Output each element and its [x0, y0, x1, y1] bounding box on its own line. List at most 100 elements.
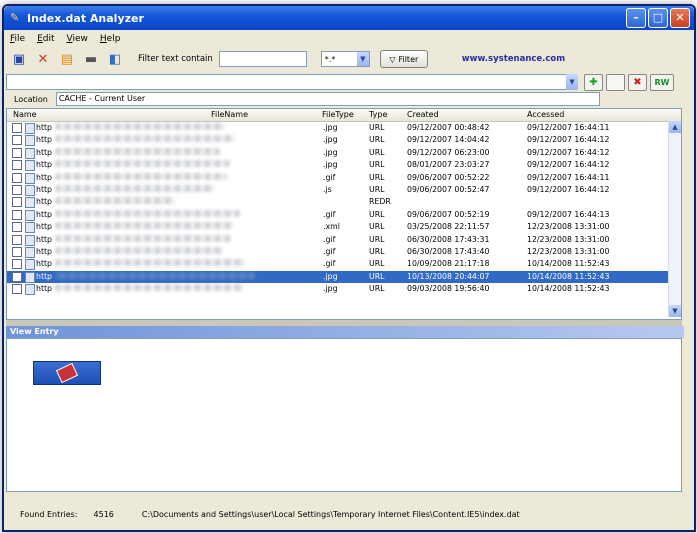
close-button[interactable]: ✕ — [670, 8, 690, 28]
cell-name: http — [36, 259, 53, 269]
delete-icon[interactable]: ✕ — [34, 50, 52, 68]
cell-accessed: 09/12/2007 16:44:11 — [527, 172, 610, 182]
rw-button[interactable]: RW — [650, 74, 674, 91]
save-icon[interactable]: ▣ — [10, 50, 28, 68]
row-checkbox[interactable] — [12, 160, 22, 171]
cell-filetype: .gif — [323, 246, 336, 256]
cell-name: http — [36, 271, 53, 281]
table-row[interactable]: http .jpg URL 08/01/2007 23:03:27 09/12/2007… — [7, 159, 681, 172]
minimize-button[interactable]: – — [626, 8, 646, 28]
table-row[interactable]: http .jpg URL 09/03/2008 19:56:40 10/14/2008… — [7, 283, 681, 296]
row-checkbox[interactable] — [12, 284, 22, 295]
table-row[interactable]: http .xml URL 03/25/2008 22:11:57 12/23/2008… — [7, 221, 681, 234]
table-row[interactable]: http .gif URL 09/06/2007 00:52:22 09/12/2007… — [7, 172, 681, 184]
col-filename[interactable]: FileName — [211, 110, 248, 119]
cell-type: URL — [369, 147, 385, 157]
redacted-url — [55, 222, 233, 230]
redacted-url — [55, 234, 231, 242]
cell-filetype: .gif — [323, 172, 336, 182]
cell-created: 09/12/2007 06:23:00 — [407, 147, 490, 157]
redacted-url — [55, 209, 240, 217]
menu-edit[interactable]: Edit — [37, 34, 54, 44]
table-row[interactable]: http .jpg URL 09/12/2007 14:04:42 09/12/2007… — [7, 134, 681, 147]
table-row[interactable]: http .gif URL 09/06/2007 00:52:19 09/12/2007… — [7, 209, 681, 221]
table-row[interactable]: http .gif URL 06/30/2008 17:43:40 12/23/2008… — [7, 246, 681, 258]
address-input[interactable] — [6, 74, 576, 90]
cell-created: 09/06/2007 00:52:19 — [407, 209, 490, 219]
minus-icon[interactable]: ▬ — [82, 50, 100, 68]
add-icon[interactable]: ✚ — [584, 74, 603, 91]
table-row[interactable]: http .gif URL 10/09/2008 21:17:18 10/14/2008… — [7, 258, 681, 271]
index-file-path: C:\Documents and Settings\user\Local Set… — [141, 509, 520, 519]
remove-icon[interactable]: ✖ — [628, 74, 647, 91]
cell-created: 09/06/2007 00:52:47 — [407, 184, 490, 194]
list-header: Name FileName FileType Type Created Acce… — [7, 109, 681, 122]
cell-name: http — [36, 160, 53, 170]
scroll-down-icon[interactable]: ▼ — [669, 305, 681, 317]
row-checkbox[interactable] — [12, 172, 22, 183]
menu-view[interactable]: View — [67, 34, 88, 44]
cell-type: URL — [369, 184, 385, 194]
menu-file[interactable]: File — [10, 34, 25, 44]
vertical-scrollbar[interactable]: ▲ ▼ — [668, 121, 681, 317]
col-created[interactable]: Created — [407, 110, 439, 119]
menu-help[interactable]: Help — [100, 34, 121, 44]
col-type[interactable]: Type — [369, 110, 387, 119]
scroll-up-icon[interactable]: ▲ — [669, 121, 681, 133]
col-name[interactable]: Name — [13, 110, 37, 119]
cell-name: http — [36, 184, 53, 194]
address-dropdown-icon[interactable]: ▼ — [566, 74, 578, 90]
website-link[interactable]: www.systenance.com — [462, 54, 565, 64]
found-entries-label: Found Entries: — [20, 509, 78, 519]
row-checkbox[interactable] — [12, 135, 22, 146]
table-row[interactable]: http .jpg URL 10/13/2008 20:44:07 10/14/2008… — [7, 270, 681, 284]
file-icon — [25, 271, 35, 283]
col-accessed[interactable]: Accessed — [527, 110, 564, 119]
view-entry-header: View Entry — [6, 326, 684, 338]
row-checkbox[interactable] — [12, 222, 22, 233]
cell-name: http — [36, 246, 53, 256]
redacted-url — [55, 271, 255, 279]
file-icon — [25, 222, 35, 234]
filter-combo[interactable]: *.* ▼ — [320, 51, 370, 67]
row-checkbox[interactable] — [12, 197, 22, 208]
file-icon — [25, 135, 35, 147]
cell-accessed: 10/14/2008 11:52:43 — [527, 259, 610, 269]
cell-created: 08/01/2007 23:03:27 — [407, 160, 490, 170]
row-checkbox[interactable] — [12, 209, 22, 220]
table-row[interactable]: http .jpg URL 09/12/2007 00:48:42 09/12/2007… — [7, 122, 681, 134]
col-filetype[interactable]: FileType — [322, 110, 354, 119]
cell-created: 03/25/2008 22:11:57 — [407, 222, 490, 232]
cell-type: URL — [369, 160, 385, 170]
window-title: Index.dat Analyzer — [27, 11, 144, 25]
location-field[interactable]: CACHE - Current User — [55, 92, 600, 106]
redacted-url — [55, 246, 223, 254]
table-row[interactable]: http .jpg URL 09/12/2007 06:23:00 09/12/2007… — [7, 147, 681, 159]
view-entry-button[interactable] — [33, 361, 101, 385]
blank-button[interactable] — [606, 74, 625, 91]
row-checkbox[interactable] — [12, 271, 22, 282]
row-checkbox[interactable] — [12, 123, 22, 133]
chevron-down-icon[interactable]: ▼ — [356, 52, 369, 66]
open-icon[interactable]: ▤ — [58, 50, 76, 68]
table-row[interactable]: http .gif URL 06/30/2008 17:43:31 12/23/2008… — [7, 234, 681, 246]
table-row[interactable]: http .js URL 09/06/2007 00:52:47 09/12/2007 … — [7, 184, 681, 196]
export-icon[interactable]: ◧ — [106, 50, 124, 68]
filter-button[interactable]: ▽ Filter — [379, 50, 428, 68]
filter-combo-value: *.* — [324, 54, 336, 64]
location-label: Location — [14, 94, 48, 104]
title-bar[interactable]: ✎ Index.dat Analyzer – □ ✕ — [4, 6, 694, 30]
row-checkbox[interactable] — [12, 234, 22, 245]
file-icon — [25, 160, 35, 172]
row-checkbox[interactable] — [12, 147, 22, 158]
row-checkbox[interactable] — [12, 259, 22, 270]
cell-name: http — [36, 284, 53, 294]
maximize-button[interactable]: □ — [648, 8, 668, 28]
view-entry-panel — [6, 338, 682, 492]
row-checkbox[interactable] — [12, 246, 22, 257]
filter-text-input[interactable] — [218, 51, 307, 67]
table-row[interactable]: http REDR — [7, 196, 681, 209]
row-checkbox[interactable] — [12, 184, 22, 195]
status-bar: Found Entries: 4516 C:\Documents and Set… — [6, 506, 682, 522]
cell-type: REDR — [369, 197, 391, 207]
